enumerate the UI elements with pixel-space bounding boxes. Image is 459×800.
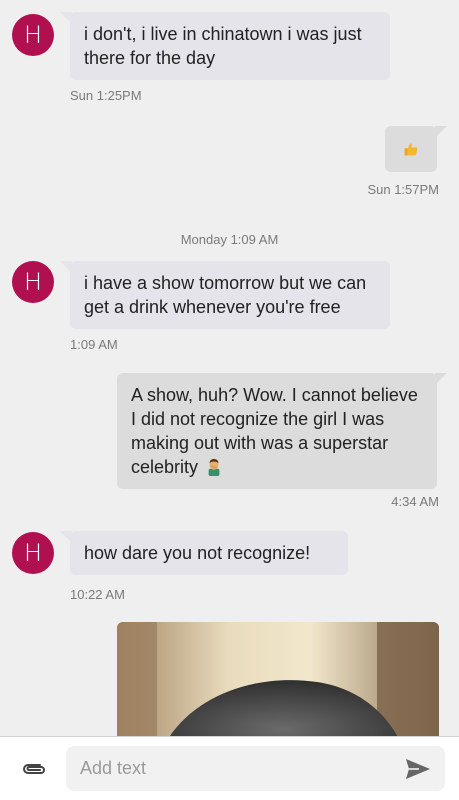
contact-avatar[interactable]: H	[12, 261, 54, 303]
message-timestamp: 1:09 AM	[70, 337, 118, 352]
message-timestamp: 10:22 AM	[70, 587, 125, 602]
avatar-initial: H	[23, 268, 43, 296]
date-divider: Monday 1:09 AM	[180, 232, 279, 247]
message-timestamp: Sun 1:57PM	[367, 182, 439, 197]
incoming-message-bubble[interactable]: i have a show tomorrow but we can get a …	[60, 261, 390, 329]
message-text: how dare you not recognize!	[84, 543, 311, 563]
outgoing-message-bubble[interactable]: A show, huh? Wow. I cannot believe I did…	[117, 373, 447, 489]
conversation-screen: H i don't, i live in chinatown i was jus…	[0, 0, 459, 800]
incoming-message-bubble[interactable]: how dare you not recognize!	[60, 531, 348, 575]
message-text: A show, huh? Wow. I cannot believe I did…	[131, 385, 418, 477]
photo-preview	[117, 622, 439, 737]
message-text: i don't, i live in chinatown i was just …	[84, 24, 362, 68]
paperclip-icon[interactable]	[20, 759, 48, 779]
outgoing-message-bubble[interactable]	[385, 126, 447, 172]
send-icon[interactable]	[405, 757, 431, 781]
man-facepalming-icon	[208, 458, 220, 476]
avatar-initial: H	[23, 539, 43, 567]
message-thread[interactable]: H i don't, i live in chinatown i was jus…	[0, 0, 459, 737]
message-timestamp: Sun 1:25PM	[70, 88, 142, 103]
message-composer	[0, 736, 459, 800]
contact-avatar[interactable]: H	[12, 14, 54, 56]
message-text: i have a show tomorrow but we can get a …	[84, 273, 367, 317]
incoming-message-bubble[interactable]: i don't, i live in chinatown i was just …	[60, 12, 390, 80]
message-input[interactable]	[66, 746, 445, 791]
thumbs-up-icon	[404, 143, 418, 156]
contact-avatar[interactable]: H	[12, 532, 54, 574]
avatar-initial: H	[23, 21, 43, 49]
photo-attachment[interactable]	[117, 622, 439, 737]
message-timestamp: 4:34 AM	[391, 494, 439, 509]
